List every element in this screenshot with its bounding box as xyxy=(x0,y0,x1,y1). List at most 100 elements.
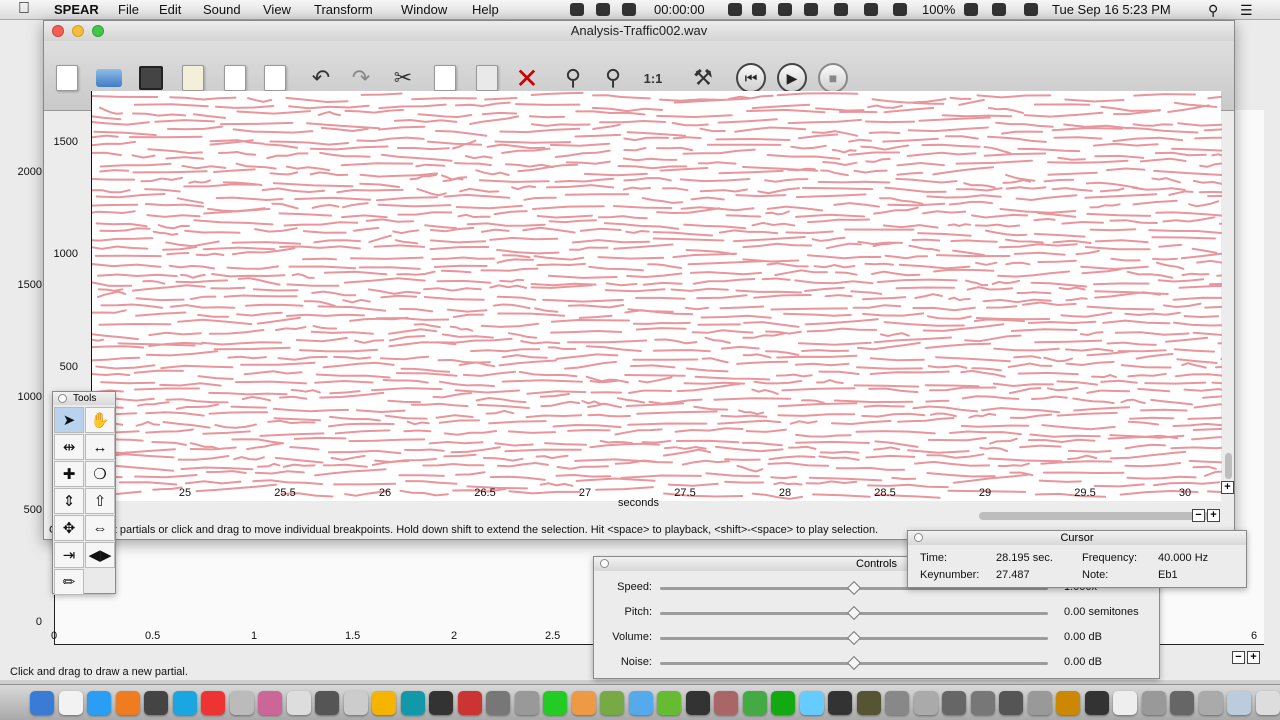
flag-icon[interactable] xyxy=(1024,3,1038,16)
dock-app-icon[interactable] xyxy=(457,691,482,715)
partial-segment[interactable] xyxy=(1132,199,1178,206)
partial-segment[interactable] xyxy=(336,188,404,194)
partial-segment[interactable] xyxy=(1172,422,1223,427)
partial-segment[interactable] xyxy=(914,460,991,467)
partial-segment[interactable] xyxy=(273,417,321,422)
partial-segment[interactable] xyxy=(92,263,162,268)
partial-segment[interactable] xyxy=(725,214,762,218)
partial-segment[interactable] xyxy=(1041,424,1116,431)
partial-segment[interactable] xyxy=(373,244,426,248)
partial-segment[interactable] xyxy=(604,288,666,293)
partial-segment[interactable] xyxy=(192,113,227,119)
partial-segment[interactable] xyxy=(773,481,803,486)
partial-segment[interactable] xyxy=(441,333,494,339)
partial-segment[interactable] xyxy=(314,379,374,384)
partial-segment[interactable] xyxy=(167,125,223,131)
partial-segment[interactable] xyxy=(322,361,395,369)
partial-segment[interactable] xyxy=(243,370,303,376)
partial-segment[interactable] xyxy=(935,254,1011,258)
partial-segment[interactable] xyxy=(598,215,648,220)
partial-segment[interactable] xyxy=(166,252,190,256)
crosshair-tool[interactable]: ✚ xyxy=(54,461,84,487)
partial-segment[interactable] xyxy=(92,345,145,349)
partial-segment[interactable] xyxy=(231,438,285,445)
partial-segment[interactable] xyxy=(1158,243,1183,248)
partial-segment[interactable] xyxy=(329,415,381,422)
partial-segment[interactable] xyxy=(247,97,273,103)
menu-file[interactable]: File xyxy=(118,2,139,17)
partial-segment[interactable] xyxy=(1183,315,1220,319)
partial-segment[interactable] xyxy=(1029,433,1101,438)
partial-segment[interactable] xyxy=(690,196,725,201)
partial-segment[interactable] xyxy=(489,475,546,481)
partial-segment[interactable] xyxy=(146,214,201,218)
partial-segment[interactable] xyxy=(1109,450,1187,460)
partial-segment[interactable] xyxy=(388,328,438,335)
partial-segment[interactable] xyxy=(478,179,550,183)
record-icon[interactable] xyxy=(622,3,636,16)
partial-segment[interactable] xyxy=(1064,98,1125,103)
partial-segment[interactable] xyxy=(989,437,1018,445)
dock-app-icon[interactable] xyxy=(258,691,282,715)
partial-segment[interactable] xyxy=(523,196,557,201)
partial-segment[interactable] xyxy=(1162,216,1216,223)
partial-segment[interactable] xyxy=(98,322,172,326)
partial-segment[interactable] xyxy=(908,244,941,252)
dock-app-icon[interactable] xyxy=(229,691,254,715)
partial-segment[interactable] xyxy=(873,446,900,451)
partial-segment[interactable] xyxy=(236,110,311,115)
partial-segment[interactable] xyxy=(652,237,725,242)
partial-segment[interactable] xyxy=(128,135,203,139)
partial-segment[interactable] xyxy=(1168,190,1194,196)
partial-segment[interactable] xyxy=(757,187,800,195)
partial-segment[interactable] xyxy=(864,262,894,266)
partial-segment[interactable] xyxy=(1089,203,1121,209)
partial-segment[interactable] xyxy=(795,193,867,199)
partial-segment[interactable] xyxy=(340,162,414,167)
partial-segment[interactable] xyxy=(574,133,622,138)
partial-segment[interactable] xyxy=(266,152,309,160)
notification-center-icon[interactable]: ☰ xyxy=(1240,2,1253,19)
partial-segment[interactable] xyxy=(1176,358,1218,364)
partial-segment[interactable] xyxy=(1106,167,1146,172)
partial-segment[interactable] xyxy=(751,103,811,110)
partial-segment[interactable] xyxy=(656,146,694,152)
partial-segment[interactable] xyxy=(1120,398,1146,405)
partial-segment[interactable] xyxy=(1013,251,1066,256)
partial-segment[interactable] xyxy=(288,265,357,270)
dock-app-icon[interactable] xyxy=(400,691,425,715)
dock-app-icon[interactable] xyxy=(315,691,339,715)
partial-segment[interactable] xyxy=(1094,154,1145,159)
partial-segment[interactable] xyxy=(428,440,484,445)
partial-segment[interactable] xyxy=(1114,331,1190,336)
partial-segment[interactable] xyxy=(672,252,738,259)
partial-segment[interactable] xyxy=(775,373,813,378)
partial-segment[interactable] xyxy=(322,463,368,468)
dock-app-icon[interactable] xyxy=(1227,691,1251,715)
partial-segment[interactable] xyxy=(235,380,308,385)
partial-segment[interactable] xyxy=(492,303,531,310)
partial-segment[interactable] xyxy=(241,395,271,402)
partial-segment[interactable] xyxy=(470,348,541,353)
paste-button[interactable] xyxy=(472,63,502,93)
partial-segment[interactable] xyxy=(927,315,972,320)
partial-segment[interactable] xyxy=(692,278,756,285)
partial-segment[interactable] xyxy=(1126,126,1199,134)
partial-segment[interactable] xyxy=(976,94,1052,99)
partial-segment[interactable] xyxy=(92,309,127,314)
redo-button[interactable]: ↷ xyxy=(346,63,376,93)
partial-segment[interactable] xyxy=(675,439,740,444)
partial-segment[interactable] xyxy=(948,296,971,302)
partial-segment[interactable] xyxy=(825,242,862,250)
partial-segment[interactable] xyxy=(244,303,304,307)
partial-segment[interactable] xyxy=(1091,374,1118,379)
dock-app-icon[interactable] xyxy=(828,691,852,715)
partial-segment[interactable] xyxy=(555,473,612,478)
partial-segment[interactable] xyxy=(145,350,218,357)
partial-segment[interactable] xyxy=(1188,459,1222,464)
partial-segment[interactable] xyxy=(927,436,987,442)
partial-segment[interactable] xyxy=(446,308,488,313)
partial-segment[interactable] xyxy=(411,97,477,101)
zoom-out-button[interactable]: ⚲ xyxy=(558,63,588,93)
partial-segment[interactable] xyxy=(912,101,945,105)
